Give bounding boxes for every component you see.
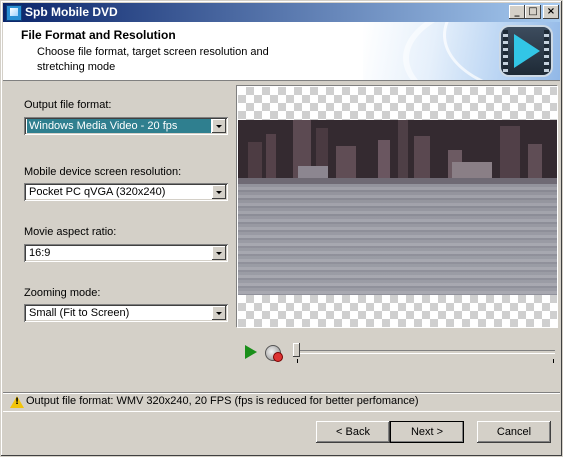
screen-resolution-label: Mobile device screen resolution:: [24, 166, 182, 178]
back-button[interactable]: < Back: [316, 421, 390, 443]
chevron-down-icon[interactable]: [212, 306, 226, 320]
output-format-value: Windows Media Video - 20 fps: [27, 119, 211, 133]
aspect-ratio-select[interactable]: 16:9: [24, 244, 228, 262]
status-message: Output file format: WMV 320x240, 20 FPS …: [26, 395, 419, 407]
maximize-button[interactable]: □: [525, 5, 541, 19]
zooming-mode-value: Small (Fit to Screen): [29, 307, 130, 319]
dvd-play-logo-icon: [501, 27, 551, 75]
preview-frame: [238, 120, 557, 295]
chevron-down-icon[interactable]: [212, 185, 226, 199]
city-skyline-image: [238, 120, 557, 184]
screen-resolution-select[interactable]: Pocket PC qVGA (320x240): [24, 183, 228, 201]
player-controls: [241, 343, 559, 363]
chevron-down-icon[interactable]: [212, 119, 226, 133]
output-format-select[interactable]: Windows Media Video - 20 fps: [24, 117, 228, 135]
aspect-ratio-label: Movie aspect ratio:: [24, 226, 117, 238]
video-preview: [237, 86, 558, 328]
next-button[interactable]: Next >: [390, 421, 464, 443]
close-button[interactable]: ×: [543, 5, 559, 19]
window-title: Spb Mobile DVD: [25, 5, 118, 19]
seek-tick-end: [553, 359, 554, 363]
snapshot-icon[interactable]: [265, 345, 283, 362]
wizard-header: File Format and Resolution Choose file f…: [3, 22, 560, 81]
zooming-mode-select[interactable]: Small (Fit to Screen): [24, 304, 228, 322]
logo-play-triangle: [514, 34, 540, 68]
seek-track[interactable]: [295, 350, 555, 354]
screen-resolution-value: Pocket PC qVGA (320x240): [29, 186, 166, 198]
minimize-button[interactable]: _: [509, 5, 525, 19]
page-description: Choose file format, target screen resolu…: [37, 46, 269, 73]
app-icon: [6, 5, 22, 21]
seek-tick-start: [297, 359, 298, 363]
play-icon[interactable]: [245, 345, 257, 359]
output-format-label: Output file format:: [24, 99, 112, 111]
zooming-mode-label: Zooming mode:: [24, 287, 101, 299]
cancel-button[interactable]: Cancel: [477, 421, 551, 443]
film-strip-left: [503, 30, 508, 72]
page-title: File Format and Resolution: [21, 28, 176, 42]
warning-icon: [10, 396, 24, 408]
chevron-down-icon[interactable]: [212, 246, 226, 260]
seek-slider-thumb[interactable]: [293, 343, 300, 357]
aspect-ratio-value: 16:9: [29, 247, 51, 259]
water-image: [238, 184, 557, 295]
status-bar: Output file format: WMV 320x240, 20 FPS …: [3, 392, 560, 412]
wizard-window: Spb Mobile DVD _ □ × File Format and Res…: [0, 0, 563, 457]
title-bar[interactable]: Spb Mobile DVD _ □ ×: [3, 3, 560, 22]
film-strip-right: [544, 30, 549, 72]
